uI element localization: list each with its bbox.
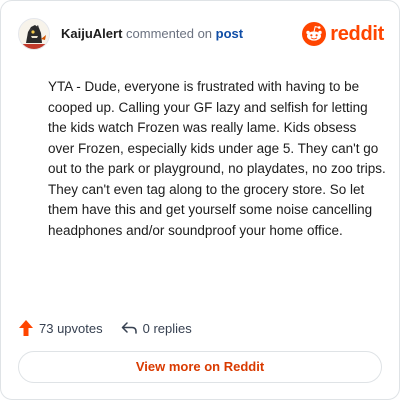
- view-more-on-reddit-button[interactable]: View more on Reddit: [18, 351, 382, 383]
- comment-byline: KaijuAlert commented on post: [61, 26, 243, 42]
- upvote-arrow-icon: [19, 320, 33, 336]
- brand-wordmark: reddit: [330, 22, 384, 45]
- comment-stats: 73 upvotes 0 replies: [19, 318, 192, 338]
- replies-stat[interactable]: 0 replies: [121, 321, 192, 336]
- upvotes-count: 73 upvotes: [39, 320, 103, 336]
- kaiju-avatar-icon[interactable]: [18, 18, 50, 50]
- replies-count: 0 replies: [142, 320, 192, 336]
- upvotes-stat[interactable]: 73 upvotes: [19, 320, 103, 336]
- reddit-snoo-icon: [302, 22, 327, 46]
- reddit-brand-logo[interactable]: reddit: [302, 21, 384, 47]
- embedded-comment-card: KaijuAlert commented on post reddit YTA …: [0, 0, 400, 400]
- post-link[interactable]: post: [216, 26, 243, 41]
- author-name[interactable]: KaijuAlert: [61, 26, 122, 41]
- action-text: commented on: [126, 26, 213, 41]
- comment-header: KaijuAlert commented on post reddit: [18, 18, 384, 50]
- comment-body: YTA - Dude, everyone is frustrated with …: [48, 79, 386, 238]
- reply-arrow-icon: [121, 322, 137, 334]
